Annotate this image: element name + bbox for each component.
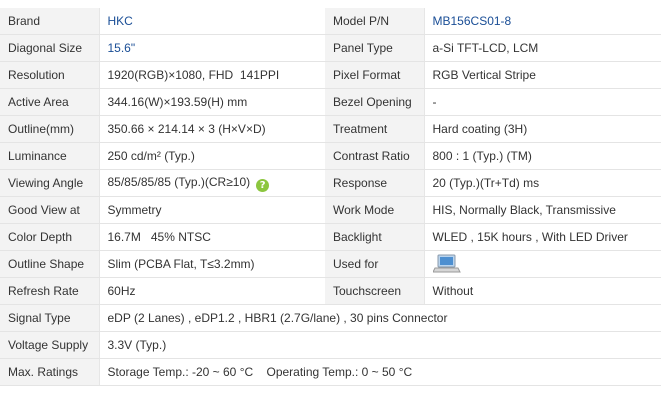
spec-row-voltage: Voltage Supply 3.3V (Typ.) bbox=[0, 331, 661, 359]
spec-label: Viewing Angle bbox=[0, 169, 100, 197]
spec-label: Voltage Supply bbox=[0, 331, 100, 359]
spec-label: Luminance bbox=[0, 142, 100, 170]
spec-label: Contrast Ratio bbox=[325, 142, 425, 170]
spec-value: WLED , 15K hours , With LED Driver bbox=[424, 223, 661, 251]
spec-value: 344.16(W)×193.59(H) mm bbox=[99, 88, 325, 116]
spec-label: Active Area bbox=[0, 88, 100, 116]
spec-row-outline-shape: Outline Shape Slim (PCBA Flat, T≤3.2mm) … bbox=[0, 250, 661, 278]
spec-value: Symmetry bbox=[99, 196, 325, 224]
spec-value: Storage Temp.: -20 ~ 60 °C Operating Tem… bbox=[99, 358, 661, 386]
spec-value: Without bbox=[424, 277, 661, 305]
spec-label: Diagonal Size bbox=[0, 34, 100, 62]
spec-label: Max. Ratings bbox=[0, 358, 100, 386]
spec-row-outline: Outline(mm) 350.66 × 214.14 × 3 (H×V×D) … bbox=[0, 115, 661, 143]
spec-row-active-area: Active Area 344.16(W)×193.59(H) mm Bezel… bbox=[0, 88, 661, 116]
spec-label: Outline Shape bbox=[0, 250, 100, 278]
spec-row-viewing-angle: Viewing Angle 85/85/85/85 (Typ.)(CR≥10)?… bbox=[0, 169, 661, 197]
spec-label: Touchscreen bbox=[325, 277, 425, 305]
spec-value: a-Si TFT-LCD, LCM bbox=[424, 34, 661, 62]
spec-row-diagonal: Diagonal Size 15.6" Panel Type a-Si TFT-… bbox=[0, 34, 661, 62]
spec-label: Good View at bbox=[0, 196, 100, 224]
spec-value: RGB Vertical Stripe bbox=[424, 61, 661, 89]
spec-row-signal-type: Signal Type eDP (2 Lanes) , eDP1.2 , HBR… bbox=[0, 304, 661, 332]
spec-value: - bbox=[424, 88, 661, 116]
spec-value: 20 (Typ.)(Tr+Td) ms bbox=[424, 169, 661, 197]
spec-label: Model P/N bbox=[325, 8, 425, 35]
spec-row-max-ratings: Max. Ratings Storage Temp.: -20 ~ 60 °C … bbox=[0, 358, 661, 386]
spec-label: Backlight bbox=[325, 223, 425, 251]
spec-label: Bezel Opening bbox=[325, 88, 425, 116]
spec-label: Response bbox=[325, 169, 425, 197]
spec-value: 250 cd/m² (Typ.) bbox=[99, 142, 325, 170]
spec-value: Slim (PCBA Flat, T≤3.2mm) bbox=[99, 250, 325, 278]
spec-label: Refresh Rate bbox=[0, 277, 100, 305]
spec-table: Brand HKC Model P/N MB156CS01-8 Diagonal… bbox=[0, 8, 661, 386]
spec-label: Work Mode bbox=[325, 196, 425, 224]
spec-label: Color Depth bbox=[0, 223, 100, 251]
spec-label: Pixel Format bbox=[325, 61, 425, 89]
spec-label: Outline(mm) bbox=[0, 115, 100, 143]
spec-value: 3.3V (Typ.) bbox=[99, 331, 661, 359]
spec-value: 1920(RGB)×1080, FHD 141PPI bbox=[99, 61, 325, 89]
spec-value: 800 : 1 (Typ.) (TM) bbox=[424, 142, 661, 170]
spec-label: Used for bbox=[325, 250, 425, 278]
spec-row-resolution: Resolution 1920(RGB)×1080, FHD 141PPI Pi… bbox=[0, 61, 661, 89]
diagonal-size-link[interactable]: 15.6" bbox=[99, 34, 325, 62]
spec-row-color-depth: Color Depth 16.7M 45% NTSC Backlight WLE… bbox=[0, 223, 661, 251]
spec-value: 16.7M 45% NTSC bbox=[99, 223, 325, 251]
spec-value: 85/85/85/85 (Typ.)(CR≥10) bbox=[107, 174, 251, 189]
spec-value: 60Hz bbox=[99, 277, 325, 305]
spec-value: eDP (2 Lanes) , eDP1.2 , HBR1 (2.7G/lane… bbox=[99, 304, 661, 332]
spec-value: HIS, Normally Black, Transmissive bbox=[424, 196, 661, 224]
spec-value-cell: 85/85/85/85 (Typ.)(CR≥10)? bbox=[99, 169, 325, 197]
spec-label: Panel Type bbox=[325, 34, 425, 62]
spec-label: Brand bbox=[0, 8, 100, 35]
spec-row-refresh-rate: Refresh Rate 60Hz Touchscreen Without bbox=[0, 277, 661, 305]
spec-label: Signal Type bbox=[0, 304, 100, 332]
spec-label: Resolution bbox=[0, 61, 100, 89]
spec-row-good-view: Good View at Symmetry Work Mode HIS, Nor… bbox=[0, 196, 661, 224]
spec-value: Hard coating (3H) bbox=[424, 115, 661, 143]
spec-value: 350.66 × 214.14 × 3 (H×V×D) bbox=[99, 115, 325, 143]
spec-row-brand: Brand HKC Model P/N MB156CS01-8 bbox=[0, 8, 661, 35]
brand-link[interactable]: HKC bbox=[99, 8, 325, 35]
laptop-icon bbox=[432, 254, 461, 273]
spec-row-luminance: Luminance 250 cd/m² (Typ.) Contrast Rati… bbox=[0, 142, 661, 170]
used-for-cell bbox=[424, 250, 661, 278]
model-link[interactable]: MB156CS01-8 bbox=[424, 8, 661, 35]
spec-label: Treatment bbox=[325, 115, 425, 143]
question-icon[interactable]: ? bbox=[256, 178, 270, 192]
